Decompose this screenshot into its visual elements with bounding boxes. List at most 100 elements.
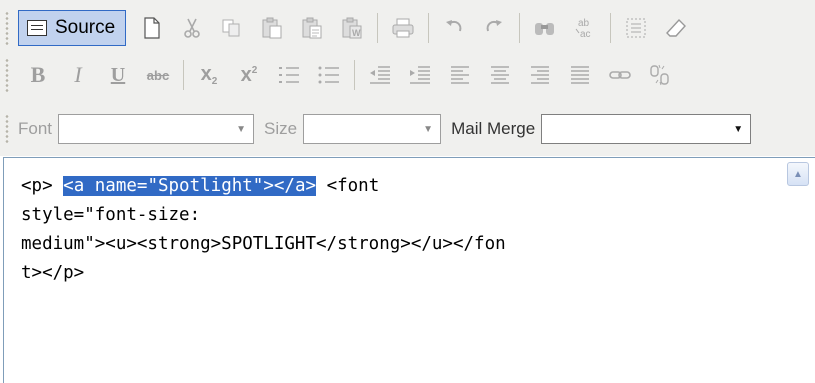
subscript-mark: 2 (211, 76, 218, 87)
align-left-icon (451, 66, 469, 84)
bold-icon: B (30, 62, 46, 87)
code-line-2: style="font-size: (21, 205, 201, 225)
align-left-button[interactable] (444, 58, 476, 92)
justify-button[interactable] (564, 58, 596, 92)
remove-format-icon (666, 18, 687, 37)
toolbar-separator (183, 60, 184, 90)
superscript-mark: 2 (251, 64, 258, 76)
undo-icon (446, 20, 462, 32)
chevron-down-icon[interactable]: ▼ (730, 119, 746, 139)
source-icon (27, 20, 47, 36)
underline-icon: U (110, 63, 126, 86)
bold-button[interactable]: B (22, 58, 54, 92)
size-select[interactable]: ▼ (303, 114, 442, 144)
copy-button[interactable] (216, 11, 248, 45)
strikethrough-icon: abc (146, 67, 170, 83)
subscript-icon: x2 (201, 63, 218, 87)
replace-icon: abac (575, 18, 591, 40)
redo-button[interactable] (478, 11, 510, 45)
copy-icon (222, 19, 240, 37)
font-label: Font (18, 119, 53, 138)
subscript-base: x (200, 63, 212, 85)
cut-button[interactable] (176, 11, 208, 45)
indent-icon (410, 66, 430, 84)
outdent-icon (370, 66, 390, 84)
toolbar-separator (377, 13, 379, 43)
editor-toolbar: Source W ab ac B I U abc x2 x2 Font ▼ Si… (0, 0, 815, 156)
link-button[interactable] (604, 58, 636, 92)
svg-text:W: W (352, 28, 361, 38)
toolbar-row-2: B I U abc x2 x2 (0, 52, 815, 98)
toolbar-grip[interactable] (4, 58, 10, 92)
numbered-list-button[interactable] (273, 58, 305, 92)
paste-text-button[interactable] (296, 11, 328, 45)
select-all-button[interactable] (620, 11, 652, 45)
toolbar-separator (354, 60, 355, 90)
align-center-button[interactable] (484, 58, 516, 92)
find-icon (535, 23, 555, 35)
selected-text[interactable]: <a name="Spotlight"></a> (63, 176, 317, 196)
chevron-down-icon[interactable]: ▼ (233, 119, 249, 139)
superscript-base: x (240, 63, 252, 86)
superscript-button[interactable]: x2 (233, 58, 265, 92)
scroll-up-button[interactable]: ▲ (787, 162, 809, 186)
source-button[interactable]: Source (18, 10, 127, 46)
source-editor[interactable]: <p> <a name="Spotlight"></a> <font style… (3, 157, 815, 383)
mail-merge-select[interactable]: ▼ (541, 114, 752, 144)
toolbar-separator (428, 13, 430, 43)
strikethrough-button[interactable]: abc (142, 58, 174, 92)
code-line-1: <p> <a name="Spotlight"></a> <font (21, 176, 379, 196)
paste-button[interactable] (256, 11, 288, 45)
chevron-down-icon[interactable]: ▼ (420, 119, 436, 139)
italic-button[interactable]: I (62, 58, 94, 92)
print-icon (392, 18, 414, 38)
source-code[interactable]: <p> <a name="Spotlight"></a> <font style… (21, 172, 781, 288)
mail-merge-label: Mail Merge (451, 119, 536, 138)
source-button-label: Source (55, 17, 116, 38)
replace-button[interactable]: ab ac (569, 11, 601, 45)
remove-format-button[interactable] (660, 11, 692, 45)
link-icon (609, 71, 631, 79)
paste-word-button[interactable]: W (336, 11, 368, 45)
underline-button[interactable]: U (102, 58, 134, 92)
select-all-icon (626, 18, 646, 38)
redo-icon (486, 20, 503, 32)
unlink-icon (650, 64, 669, 86)
code-line-3: medium"><u><strong>SPOTLIGHT</strong></u… (21, 234, 506, 254)
toolbar-grip[interactable] (4, 114, 10, 144)
align-right-button[interactable] (524, 58, 556, 92)
cut-icon (184, 18, 201, 38)
code-text: <font (316, 176, 380, 196)
new-page-icon (144, 17, 160, 39)
paste-icon (262, 17, 282, 39)
toolbar-row-1: Source W ab ac (0, 5, 815, 51)
indent-button[interactable] (404, 58, 436, 92)
undo-button[interactable] (438, 11, 470, 45)
find-button[interactable] (529, 11, 561, 45)
code-text: <p> (21, 176, 64, 196)
italic-icon: I (74, 62, 82, 87)
align-center-icon (491, 66, 509, 84)
align-right-icon (531, 66, 549, 84)
svg-text:ab: ab (578, 18, 590, 29)
superscript-icon: x2 (241, 64, 258, 87)
toolbar-grip[interactable] (4, 11, 10, 45)
justify-icon (571, 66, 589, 84)
size-label: Size (264, 119, 298, 138)
toolbar-row-3: Font ▼ Size ▼ Mail Merge ▼ (0, 108, 815, 150)
toolbar-separator (519, 13, 521, 43)
new-page-button[interactable] (136, 11, 168, 45)
code-line-4: t></p> (21, 263, 85, 283)
bulleted-list-button[interactable] (313, 58, 345, 92)
chevron-up-icon: ▲ (793, 168, 803, 180)
font-select[interactable]: ▼ (58, 114, 255, 144)
paste-word-icon: W (342, 17, 362, 39)
svg-text:ac: ac (580, 29, 591, 40)
outdent-button[interactable] (364, 58, 396, 92)
numbered-list-icon (279, 67, 299, 83)
paste-text-icon (302, 17, 322, 39)
unlink-button[interactable] (644, 58, 676, 92)
print-button[interactable] (387, 11, 419, 45)
toolbar-separator (610, 13, 612, 43)
subscript-button[interactable]: x2 (193, 58, 225, 92)
